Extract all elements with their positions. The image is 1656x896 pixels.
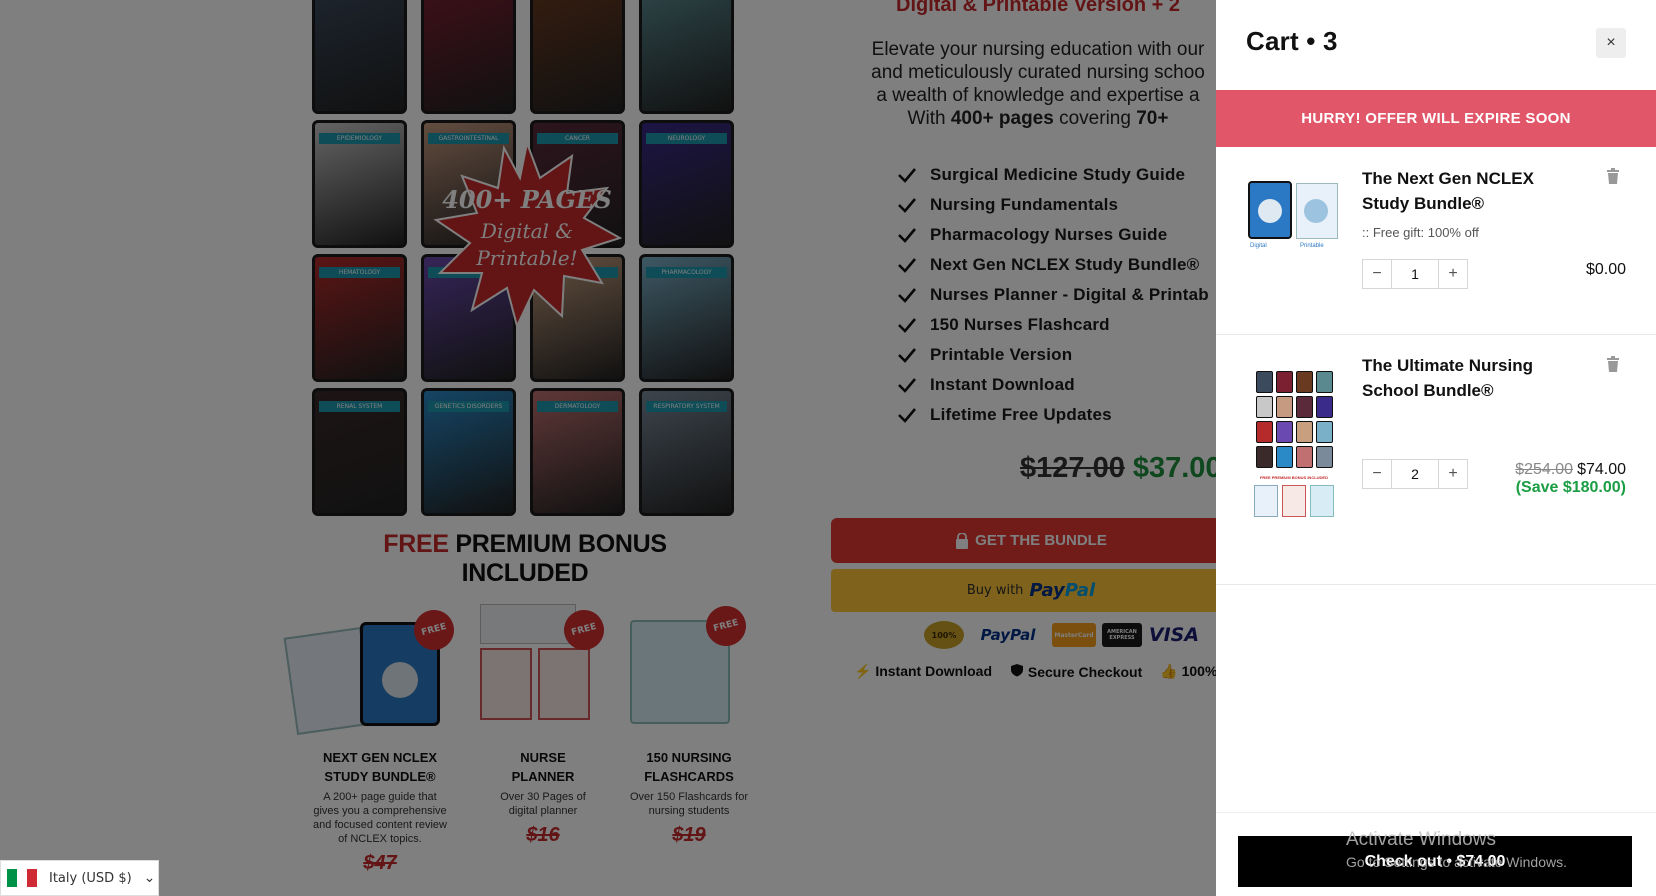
quantity-stepper: − 1 + (1362, 259, 1468, 289)
country-selector[interactable]: Italy (USD $) ⌄ (0, 860, 159, 896)
item-price: $254.00 $74.00 (1515, 461, 1626, 479)
thumb-tile (1276, 371, 1293, 393)
chevron-down-icon: ⌄ (143, 870, 156, 886)
increase-qty-button[interactable]: + (1439, 260, 1467, 288)
quantity-input[interactable]: 1 (1391, 260, 1439, 288)
item-title[interactable]: The Ultimate Nursing School Bundle® (1362, 353, 1582, 403)
thumb-tile (1296, 396, 1313, 418)
quantity-stepper: − 2 + (1362, 459, 1468, 489)
thumb-tile (1276, 446, 1293, 468)
close-icon: × (1606, 34, 1616, 51)
cart-header: Cart • 3 × (1216, 0, 1656, 90)
trash-icon[interactable] (1606, 168, 1620, 184)
cart-item: FREE PREMIUM BONUS INCLUDED The Ultimate… (1216, 335, 1656, 585)
thumb-tile (1256, 421, 1273, 443)
thumb-tile (1256, 371, 1273, 393)
checkout-button[interactable]: Check out • $74.00 (1238, 836, 1632, 887)
decrease-qty-button[interactable]: − (1363, 260, 1391, 288)
country-label: Italy (USD $) (49, 870, 132, 886)
cart-item: Digital Printable The Next Gen NCLEX Stu… (1216, 147, 1656, 335)
thumb-tile (1296, 371, 1313, 393)
thumb-tile (1296, 421, 1313, 443)
thumb-tile (1256, 446, 1273, 468)
free-gift-note: :: Free gift: 100% off (1362, 225, 1479, 240)
item-price-value: $74.00 (1577, 461, 1626, 478)
image-caption: Printable (1300, 243, 1324, 249)
quantity-input[interactable]: 2 (1391, 460, 1439, 488)
drawer-overlay[interactable] (0, 0, 1216, 896)
item-price: $0.00 (1586, 261, 1626, 279)
item-image-nclex[interactable]: Digital Printable (1246, 181, 1342, 257)
thumb-tile (1316, 396, 1333, 418)
cart-drawer: Cart • 3 × HURRY! OFFER WILL EXPIRE SOON… (1216, 0, 1656, 896)
item-price-value: $0.00 (1585, 261, 1626, 278)
thumb-tile (1316, 421, 1333, 443)
thumb-tile (1256, 396, 1273, 418)
close-cart-button[interactable]: × (1596, 28, 1626, 58)
item-savings: (Save $180.00) (1515, 479, 1626, 496)
thumb-tile (1316, 446, 1333, 468)
thumb-tile (1316, 371, 1333, 393)
italy-flag-icon (7, 869, 37, 887)
urgency-banner: HURRY! OFFER WILL EXPIRE SOON (1216, 90, 1656, 147)
image-caption: Digital (1250, 243, 1267, 249)
trash-icon[interactable] (1606, 356, 1620, 372)
increase-qty-button[interactable]: + (1439, 460, 1467, 488)
thumb-tile (1276, 421, 1293, 443)
decrease-qty-button[interactable]: − (1363, 460, 1391, 488)
cart-footer: Check out • $74.00 Activate Windows Go t… (1216, 812, 1656, 896)
item-image-ultimate-bundle[interactable]: FREE PREMIUM BONUS INCLUDED (1252, 371, 1336, 543)
item-price-old: $254.00 (1515, 461, 1574, 478)
image-caption: FREE PREMIUM BONUS INCLUDED (1259, 475, 1328, 480)
item-title[interactable]: The Next Gen NCLEX Study Bundle® (1362, 166, 1582, 216)
cart-title: Cart • 3 (1246, 26, 1338, 56)
thumb-tile (1296, 446, 1313, 468)
thumb-tile (1276, 396, 1293, 418)
